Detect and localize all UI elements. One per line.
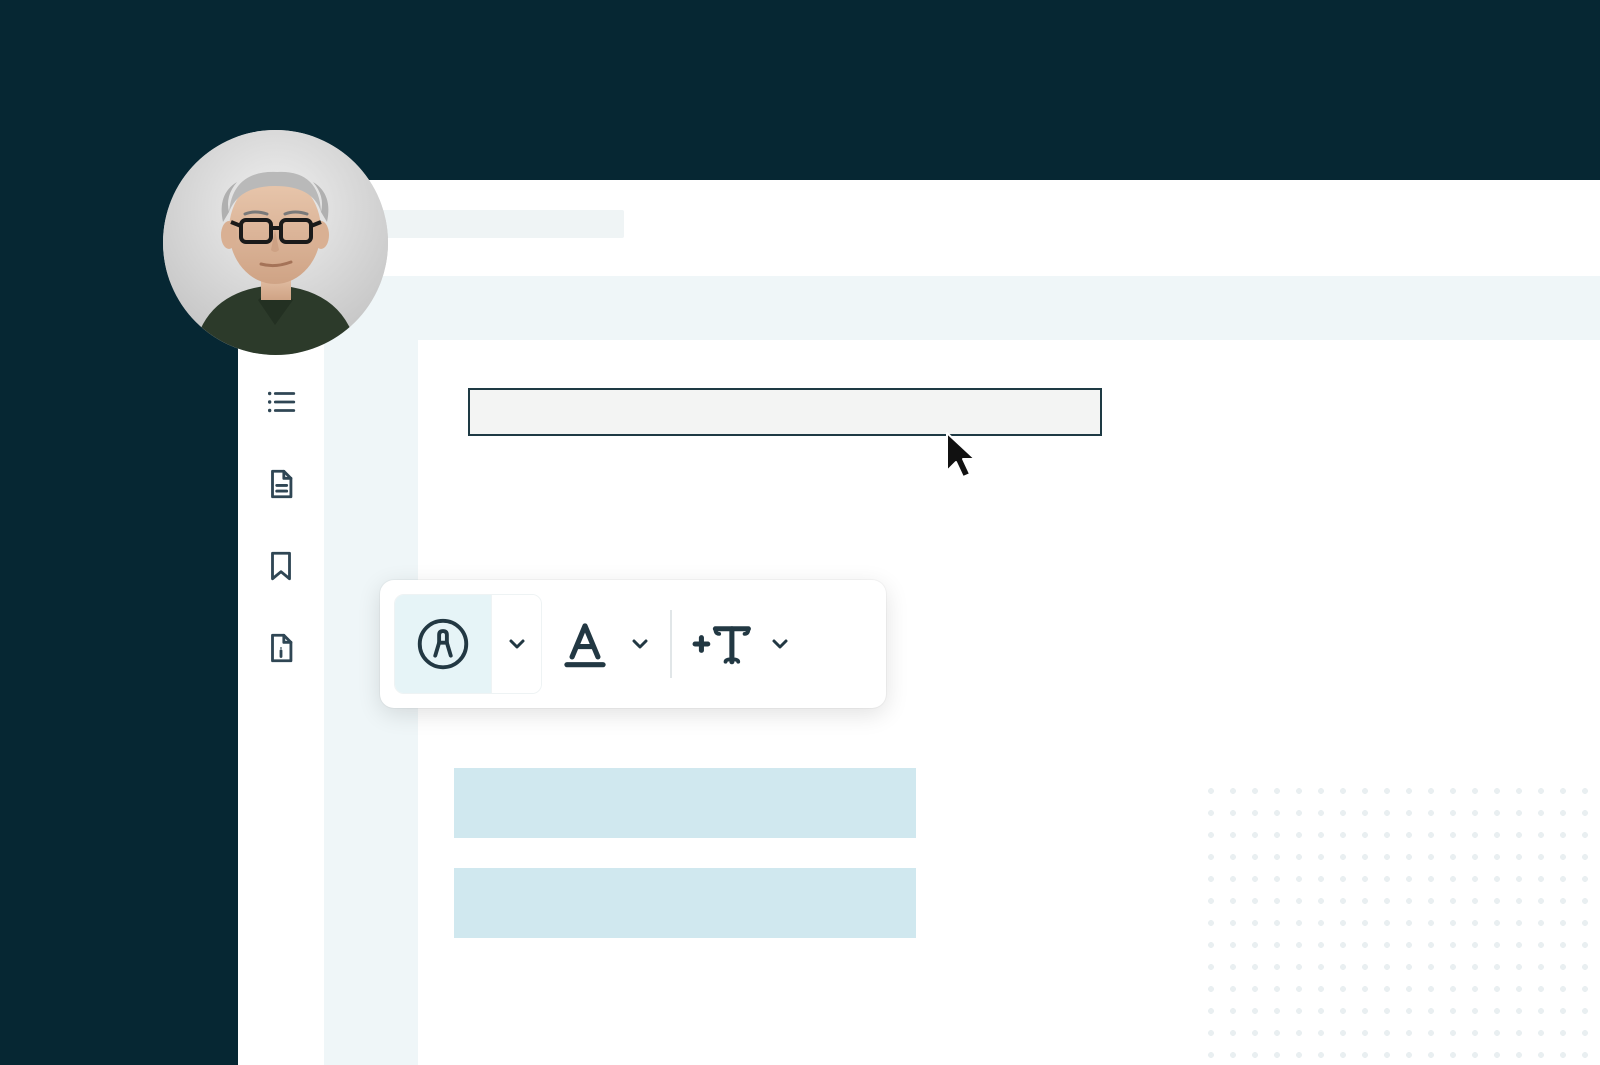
header-sub-band (324, 276, 1600, 341)
highlighter-tool-group (394, 594, 542, 694)
highlighter-dropdown[interactable] (491, 595, 541, 693)
highlighter-button[interactable] (395, 595, 491, 693)
insert-text-dropdown[interactable] (768, 632, 792, 656)
text-color-icon (554, 613, 616, 675)
chevron-down-icon (768, 632, 792, 656)
cursor-icon (941, 429, 981, 485)
insert-text-group (678, 594, 804, 694)
toolbar-separator (670, 610, 672, 678)
content-block (454, 768, 916, 838)
content-block (454, 868, 916, 938)
sidebar-item-document[interactable] (263, 468, 299, 504)
text-color-group (542, 594, 664, 694)
insert-text-button[interactable] (690, 613, 756, 675)
avatar (163, 130, 388, 355)
sidebar (238, 278, 324, 1065)
formatting-toolbar (380, 580, 886, 708)
decorative-dots (1200, 780, 1600, 1065)
document-icon (264, 467, 298, 506)
sidebar-item-outline[interactable] (263, 386, 299, 422)
selected-text-field[interactable] (468, 388, 1102, 436)
info-document-icon (264, 631, 298, 670)
sidebar-item-bookmarks[interactable] (263, 550, 299, 586)
insert-text-icon (690, 613, 756, 675)
text-color-dropdown[interactable] (628, 632, 652, 656)
bookmark-icon (264, 549, 298, 588)
sidebar-item-info[interactable] (263, 632, 299, 668)
highlighter-icon (412, 613, 474, 675)
chevron-down-icon (628, 632, 652, 656)
header-placeholder (356, 210, 624, 238)
chevron-down-icon (505, 632, 529, 656)
text-color-button[interactable] (554, 613, 616, 675)
list-icon (264, 385, 298, 424)
